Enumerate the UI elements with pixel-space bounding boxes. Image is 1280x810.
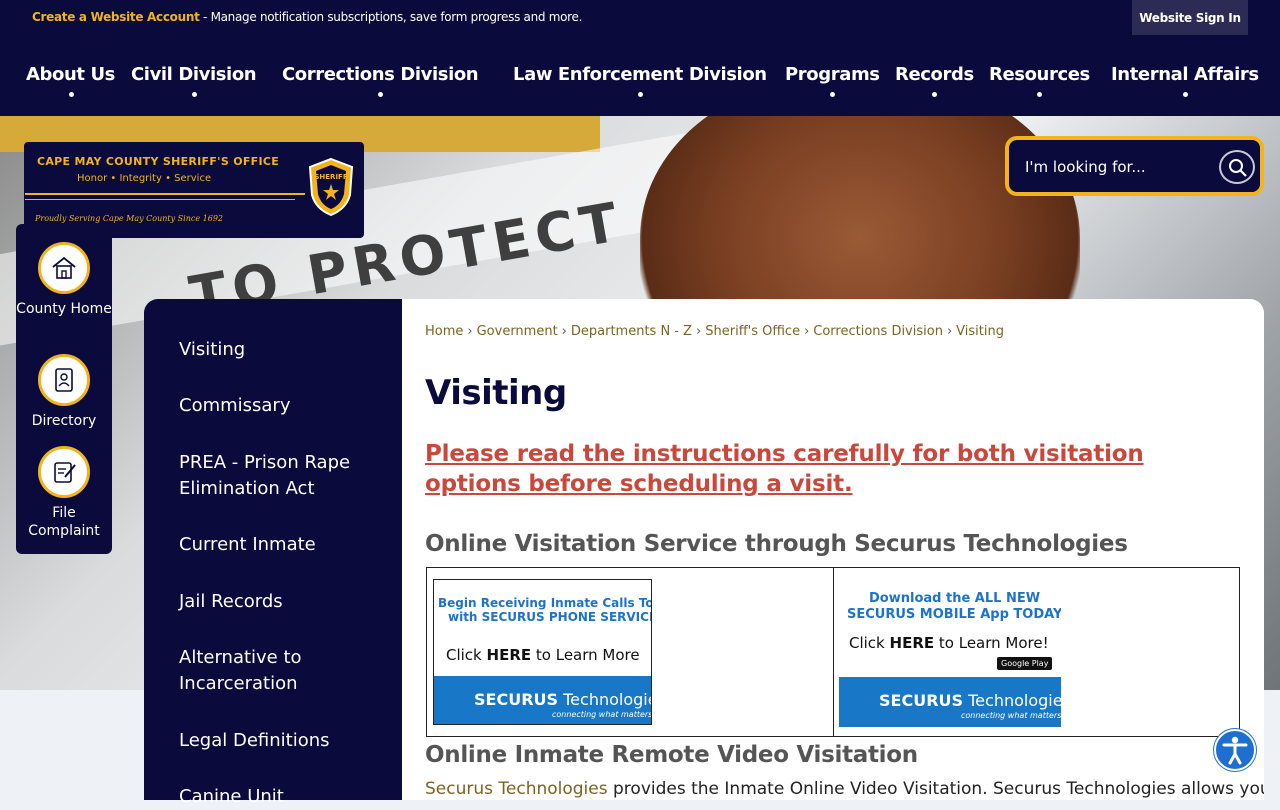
- breadcrumb-separator: ›: [946, 324, 953, 339]
- quick-link-county-home[interactable]: County Home: [16, 242, 112, 318]
- logo-tagline: Proudly Serving Cape May County Since 16…: [35, 214, 223, 223]
- logo-rule: [25, 199, 295, 200]
- search-icon: [1229, 159, 1247, 177]
- logo-motto: Honor • Integrity • Service: [77, 173, 212, 184]
- section-heading-online-visitation: Online Visitation Service through Securu…: [425, 531, 1128, 557]
- breadcrumb-visiting[interactable]: Visiting: [956, 324, 1004, 339]
- securus-mobile-app-ad[interactable]: Download the ALL NEW SECURUS MOBILE App …: [839, 579, 1061, 727]
- side-nav-commissary[interactable]: Commissary: [179, 393, 389, 419]
- securus-phone-ad[interactable]: Begin Receiving Inmate Calls Today with …: [433, 579, 652, 725]
- breadcrumb-departments[interactable]: Departments N - Z: [571, 324, 692, 339]
- submenu-dot-icon: [378, 92, 384, 97]
- ad-headline: Download the ALL NEW: [869, 591, 1041, 606]
- promo-table: Begin Receiving Inmate Calls Today with …: [426, 567, 1240, 737]
- nav-programs[interactable]: Programs: [785, 64, 880, 97]
- breadcrumb-sheriffs-office[interactable]: Sheriff's Office: [705, 324, 800, 339]
- quick-link-label: County Home: [16, 301, 112, 317]
- accessibility-button[interactable]: [1214, 729, 1256, 771]
- side-nav-visiting[interactable]: Visiting: [179, 337, 389, 363]
- securus-link[interactable]: Securus Technologies: [425, 779, 608, 799]
- table-divider: [833, 568, 834, 736]
- visit-instructions-link[interactable]: Please read the instructions carefully f…: [425, 439, 1225, 499]
- nav-label: About Us: [26, 64, 115, 85]
- securus-logo-text: SECURUS Technologies: [474, 690, 651, 709]
- breadcrumb-separator: ›: [804, 324, 810, 339]
- sheriff-badge-icon: SHERIFF: [308, 157, 354, 217]
- securus-tagline: connecting what matters: [961, 711, 1061, 720]
- create-account-desc: - Manage notification subscriptions, sav…: [199, 10, 583, 24]
- breadcrumb: Home › Government › Departments N - Z › Sherif…: [425, 324, 1004, 339]
- ad-cta: Click HERE to Learn More: [446, 646, 640, 664]
- nav-label: Law Enforcement Division: [513, 64, 767, 85]
- create-account-link[interactable]: Create a Website Account: [32, 10, 200, 24]
- nav-internal-affairs[interactable]: Internal Affairs: [1111, 64, 1259, 97]
- section-side-nav: Visiting Commissary PREA - Prison Rape E…: [144, 299, 402, 807]
- house-icon: [38, 242, 90, 294]
- google-play-badge: Google Play: [997, 657, 1053, 670]
- breadcrumb-corrections[interactable]: Corrections Division: [813, 324, 943, 339]
- breadcrumb-separator: ›: [561, 324, 567, 339]
- breadcrumb-separator: ›: [467, 324, 473, 339]
- nav-label: Records: [895, 64, 974, 85]
- nav-about-us[interactable]: About Us: [26, 64, 115, 97]
- logo-title: CAPE MAY COUNTY SHERIFF'S OFFICE: [37, 155, 280, 168]
- search-input[interactable]: [1023, 154, 1213, 180]
- submenu-dot-icon: [1037, 92, 1043, 97]
- submenu-dot-icon: [637, 92, 643, 97]
- search-button[interactable]: [1219, 150, 1255, 184]
- ad-cta: Click HERE to Learn More!: [849, 634, 1049, 652]
- nav-label: Resources: [989, 64, 1090, 85]
- submenu-dot-icon: [191, 92, 197, 97]
- nav-law-enforcement-division[interactable]: Law Enforcement Division: [513, 64, 767, 97]
- site-search: [1005, 136, 1264, 196]
- breadcrumb-home[interactable]: Home: [425, 324, 463, 339]
- submenu-dot-icon: [1182, 92, 1188, 97]
- side-nav-alternative-to-incarceration[interactable]: Alternative to Incarceration: [179, 645, 389, 697]
- page-title: Visiting: [425, 373, 567, 413]
- nav-label: Civil Division: [131, 64, 257, 85]
- quick-link-file-complaint[interactable]: File Complaint: [16, 446, 112, 540]
- video-visitation-paragraph: Securus Technologies provides the Inmate…: [425, 779, 1264, 799]
- side-nav-legal-definitions[interactable]: Legal Definitions: [179, 728, 389, 754]
- form-edit-icon: [38, 446, 90, 498]
- breadcrumb-separator: ›: [696, 324, 702, 339]
- main-content: Home › Government › Departments N - Z › Sherif…: [402, 299, 1264, 800]
- address-book-icon: [38, 354, 90, 406]
- submenu-dot-icon: [68, 92, 74, 97]
- securus-tagline: connecting what matters: [552, 710, 652, 719]
- breadcrumb-government[interactable]: Government: [477, 324, 558, 339]
- securus-logo-text: SECURUS Technologies: [879, 691, 1061, 710]
- submenu-dot-icon: [830, 92, 836, 97]
- quick-link-label: Directory: [31, 413, 97, 429]
- site-header: Create a Website Account - Manage notifi…: [0, 0, 1280, 116]
- paragraph-text: provides the Inmate Online Video Visitat…: [607, 779, 1264, 799]
- accessibility-icon: [1222, 736, 1248, 765]
- quick-link-directory[interactable]: Directory: [16, 354, 112, 430]
- side-nav-current-inmate[interactable]: Current Inmate: [179, 532, 389, 558]
- nav-resources[interactable]: Resources: [989, 64, 1090, 97]
- nav-civil-division[interactable]: Civil Division: [131, 64, 257, 97]
- ad-headline: Begin Receiving Inmate Calls Today: [438, 596, 651, 610]
- section-heading-remote-video: Online Inmate Remote Video Visitation: [425, 742, 918, 768]
- side-nav-prea[interactable]: PREA - Prison Rape Elimination Act: [179, 450, 389, 502]
- logo-rule: [25, 193, 305, 195]
- side-nav-canine-unit[interactable]: Canine Unit: [179, 784, 389, 810]
- quick-link-label: File Complaint: [28, 505, 100, 539]
- nav-label: Corrections Division: [282, 64, 479, 85]
- nav-corrections-division[interactable]: Corrections Division: [282, 64, 479, 97]
- account-notice: Create a Website Account - Manage notifi…: [32, 10, 582, 24]
- badge-text: SHERIFF: [314, 173, 347, 181]
- quick-links-panel: County Home Directory File Complaint: [16, 224, 112, 554]
- ad-subheadline: SECURUS MOBILE App TODAY!: [847, 607, 1061, 622]
- nav-label: Programs: [785, 64, 880, 85]
- sign-in-button[interactable]: Website Sign In: [1132, 0, 1248, 35]
- nav-records[interactable]: Records: [895, 64, 974, 97]
- nav-label: Internal Affairs: [1111, 64, 1259, 85]
- side-nav-jail-records[interactable]: Jail Records: [179, 589, 389, 615]
- ad-subheadline: with SECURUS PHONE SERVICES!: [448, 610, 652, 624]
- submenu-dot-icon: [932, 92, 938, 97]
